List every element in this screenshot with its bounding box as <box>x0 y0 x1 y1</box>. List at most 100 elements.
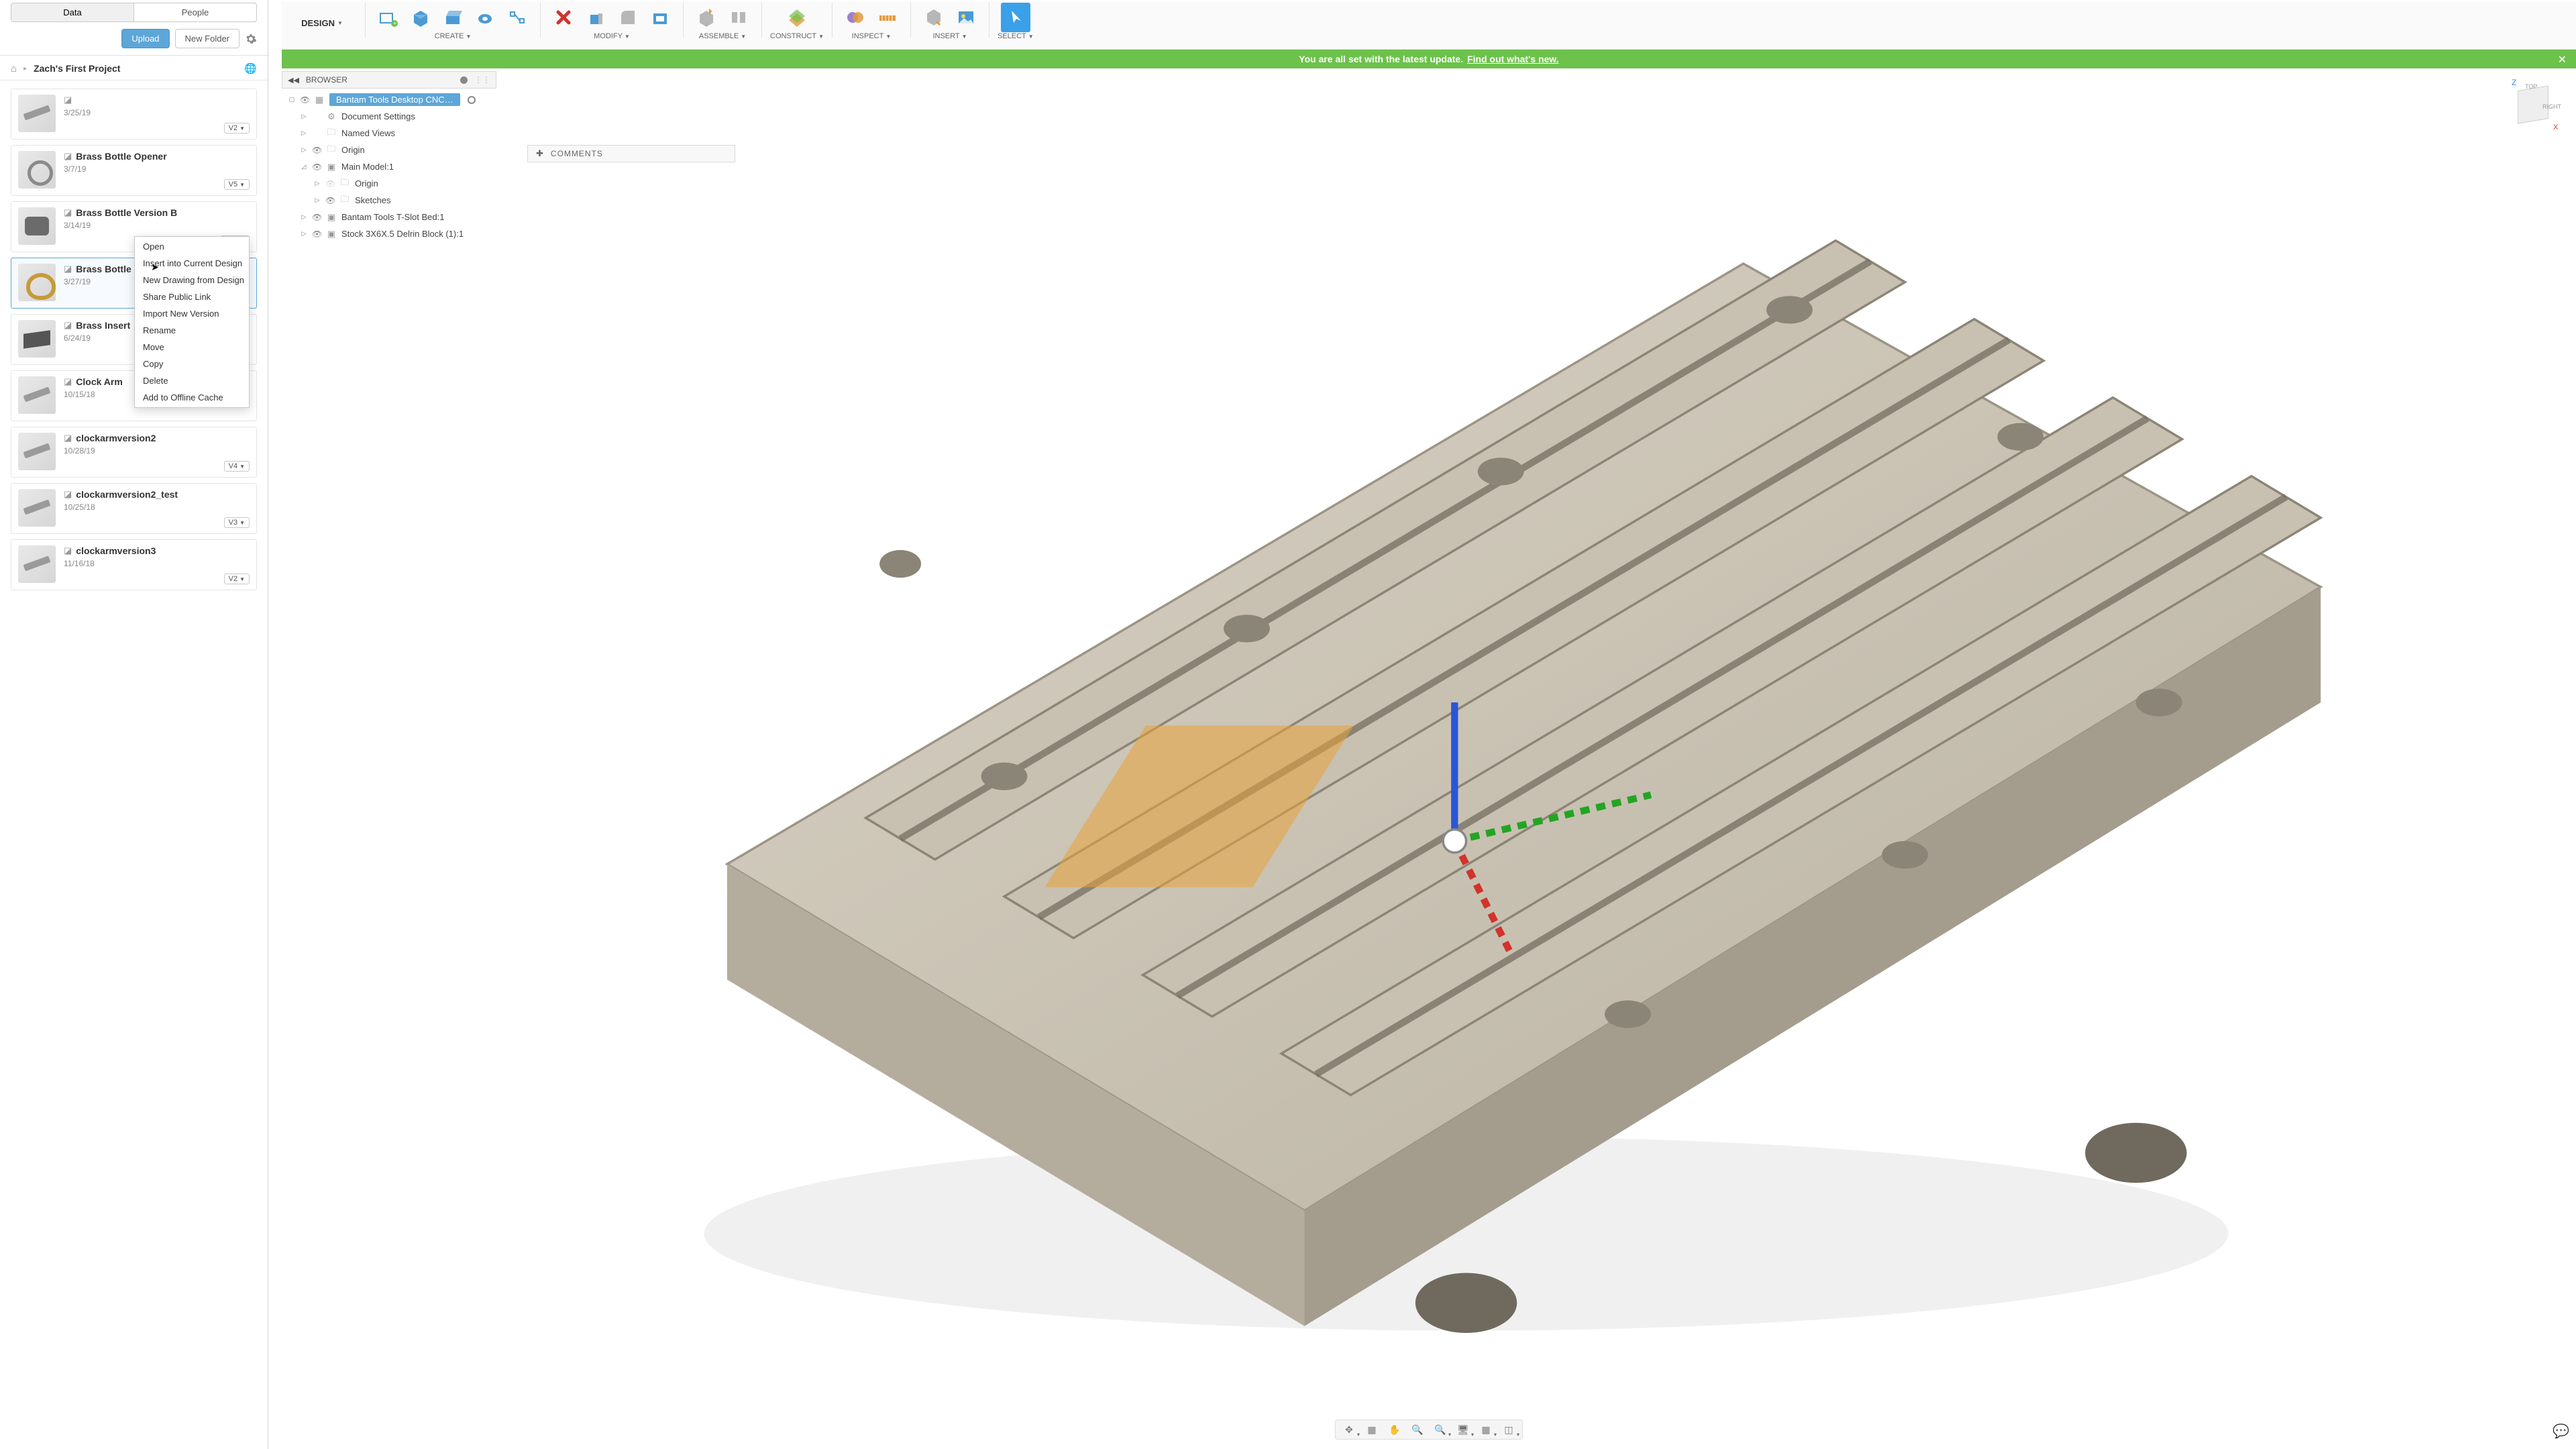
chevron-down-icon: ▼ <box>337 20 343 26</box>
home-icon[interactable]: ⌂ <box>11 63 17 74</box>
select-button[interactable] <box>1001 3 1030 32</box>
chat-icon[interactable]: 💬 <box>2553 1423 2569 1440</box>
context-item[interactable]: Open <box>135 238 249 255</box>
context-item[interactable]: Import New Version <box>135 305 249 322</box>
sketch-button[interactable]: + <box>374 3 403 32</box>
folder-icon: 🗀 <box>326 128 337 139</box>
sweep-button[interactable] <box>502 3 532 32</box>
measure-button[interactable] <box>873 3 902 32</box>
divider <box>910 3 911 38</box>
decal-button[interactable] <box>951 3 981 32</box>
zoom-button[interactable]: 🔍 <box>1408 1422 1427 1437</box>
viewports-button[interactable]: ◫▾ <box>1499 1422 1518 1437</box>
insert-derive-button[interactable] <box>919 3 949 32</box>
version-badge[interactable]: V2▼ <box>224 574 250 584</box>
file-card[interactable]: ◪clockarmversion311/16/18V2▼ <box>11 539 257 590</box>
tab-people[interactable]: People <box>133 3 256 21</box>
group-assemble: ASSEMBLE▼ <box>686 3 759 40</box>
chevron-down-icon: ▼ <box>239 576 245 582</box>
cube-icon: ◪ <box>64 320 72 331</box>
context-item[interactable]: New Drawing from Design <box>135 272 249 288</box>
collapse-icon[interactable]: ◀◀ <box>288 76 299 85</box>
shell-button[interactable] <box>645 3 675 32</box>
cube-icon: ◪ <box>64 433 72 443</box>
chevron-down-icon: ▼ <box>239 182 245 188</box>
divider <box>761 3 762 38</box>
browser-header[interactable]: ◀◀ BROWSER ⋮⋮ <box>282 71 496 89</box>
project-title[interactable]: Zach's First Project <box>34 63 237 74</box>
upload-button[interactable]: Upload <box>121 29 169 48</box>
grip-icon[interactable]: ⋮⋮ <box>474 75 490 85</box>
divider <box>365 3 366 38</box>
chevron-down-icon: ▼ <box>239 520 245 526</box>
lookat-button[interactable]: ▦ <box>1362 1422 1381 1437</box>
file-name: Clock Arm <box>76 376 123 387</box>
presspull-button[interactable] <box>581 3 610 32</box>
globe-icon[interactable]: 🌐 <box>244 62 257 74</box>
file-thumbnail <box>18 433 56 470</box>
version-badge[interactable]: V5▼ <box>224 179 250 190</box>
file-thumbnail <box>18 376 56 414</box>
context-item[interactable]: Share Public Link <box>135 288 249 305</box>
cube-icon: ◪ <box>64 489 72 500</box>
file-date: 11/16/18 <box>64 559 250 568</box>
joint-button[interactable] <box>724 3 753 32</box>
version-badge[interactable]: V4▼ <box>224 461 250 472</box>
workspace-dropdown[interactable]: DESIGN▼ <box>282 3 362 43</box>
component-button[interactable] <box>692 3 721 32</box>
fillet-button[interactable] <box>613 3 643 32</box>
gear-icon[interactable] <box>245 33 257 45</box>
revolve-button[interactable] <box>470 3 500 32</box>
version-badge[interactable]: V2▼ <box>224 123 250 133</box>
plane-button[interactable] <box>782 3 812 32</box>
group-label-inspect[interactable]: INSPECT▼ <box>852 32 892 40</box>
grid-button[interactable]: ▦▾ <box>1477 1422 1495 1437</box>
display-button[interactable]: 🖥▾ <box>1454 1422 1472 1437</box>
file-card[interactable]: ◪Brass Bottle Opener3/7/19V5▼ <box>11 145 257 196</box>
file-name: clockarmversion2 <box>76 433 156 443</box>
cube-icon: ◪ <box>64 151 72 162</box>
orbit-button[interactable]: ✥▾ <box>1340 1422 1358 1437</box>
group-label-construct[interactable]: CONSTRUCT▼ <box>770 32 824 40</box>
twisty-icon[interactable]: ▢ <box>288 96 295 103</box>
cube-icon: ◪ <box>64 376 72 387</box>
group-label-insert[interactable]: INSERT▼ <box>932 32 967 40</box>
group-label-create[interactable]: CREATE▼ <box>435 32 472 40</box>
context-item[interactable]: Move <box>135 339 249 356</box>
file-thumbnail <box>18 95 56 132</box>
divider <box>683 3 684 38</box>
zoom-window-button[interactable]: 🔍▾ <box>1431 1422 1450 1437</box>
context-item[interactable]: Copy <box>135 356 249 372</box>
file-name: Brass Bottle Version B <box>76 207 177 218</box>
new-folder-button[interactable]: New Folder <box>175 29 239 48</box>
gear-icon: ⚙ <box>326 111 337 122</box>
group-create: + CREATE▼ <box>368 3 537 40</box>
context-item[interactable]: Rename <box>135 322 249 339</box>
pan-button[interactable]: ✋ <box>1385 1422 1404 1437</box>
cube-icon: ◪ <box>64 95 72 105</box>
tab-data[interactable]: Data <box>11 3 133 21</box>
file-card[interactable]: ◪3/25/19V2▼ <box>11 89 257 140</box>
delete-button[interactable] <box>549 3 578 32</box>
context-item[interactable]: Add to Offline Cache <box>135 389 249 406</box>
chevron-down-icon: ▼ <box>239 464 245 470</box>
banner-link[interactable]: Find out what's new. <box>1467 54 1559 64</box>
file-card[interactable]: ◪clockarmversion2_test10/25/18V3▼ <box>11 483 257 534</box>
context-item[interactable]: Delete <box>135 372 249 389</box>
box-button[interactable] <box>406 3 435 32</box>
close-icon[interactable]: ✕ <box>2558 53 2567 66</box>
file-name: Brass Bottle Opener <box>76 151 166 162</box>
group-select: SELECT▼ <box>992 3 1039 40</box>
eye-icon[interactable]: 👁 <box>300 95 309 105</box>
viewport[interactable]: ◀◀ BROWSER ⋮⋮ ▢ 👁 ▦ Bantam Tools Desktop… <box>282 68 2576 1449</box>
file-thumbnail <box>18 151 56 189</box>
group-label-modify[interactable]: MODIFY▼ <box>594 32 630 40</box>
group-label-select[interactable]: SELECT▼ <box>998 32 1034 40</box>
version-badge[interactable]: V3▼ <box>224 517 250 528</box>
file-card[interactable]: ◪clockarmversion210/28/19V4▼ <box>11 427 257 478</box>
extrude-button[interactable] <box>438 3 468 32</box>
pin-icon[interactable] <box>460 76 468 84</box>
group-label-assemble[interactable]: ASSEMBLE▼ <box>699 32 746 40</box>
interfere-button[interactable] <box>841 3 870 32</box>
cube-icon: ◪ <box>64 264 72 274</box>
